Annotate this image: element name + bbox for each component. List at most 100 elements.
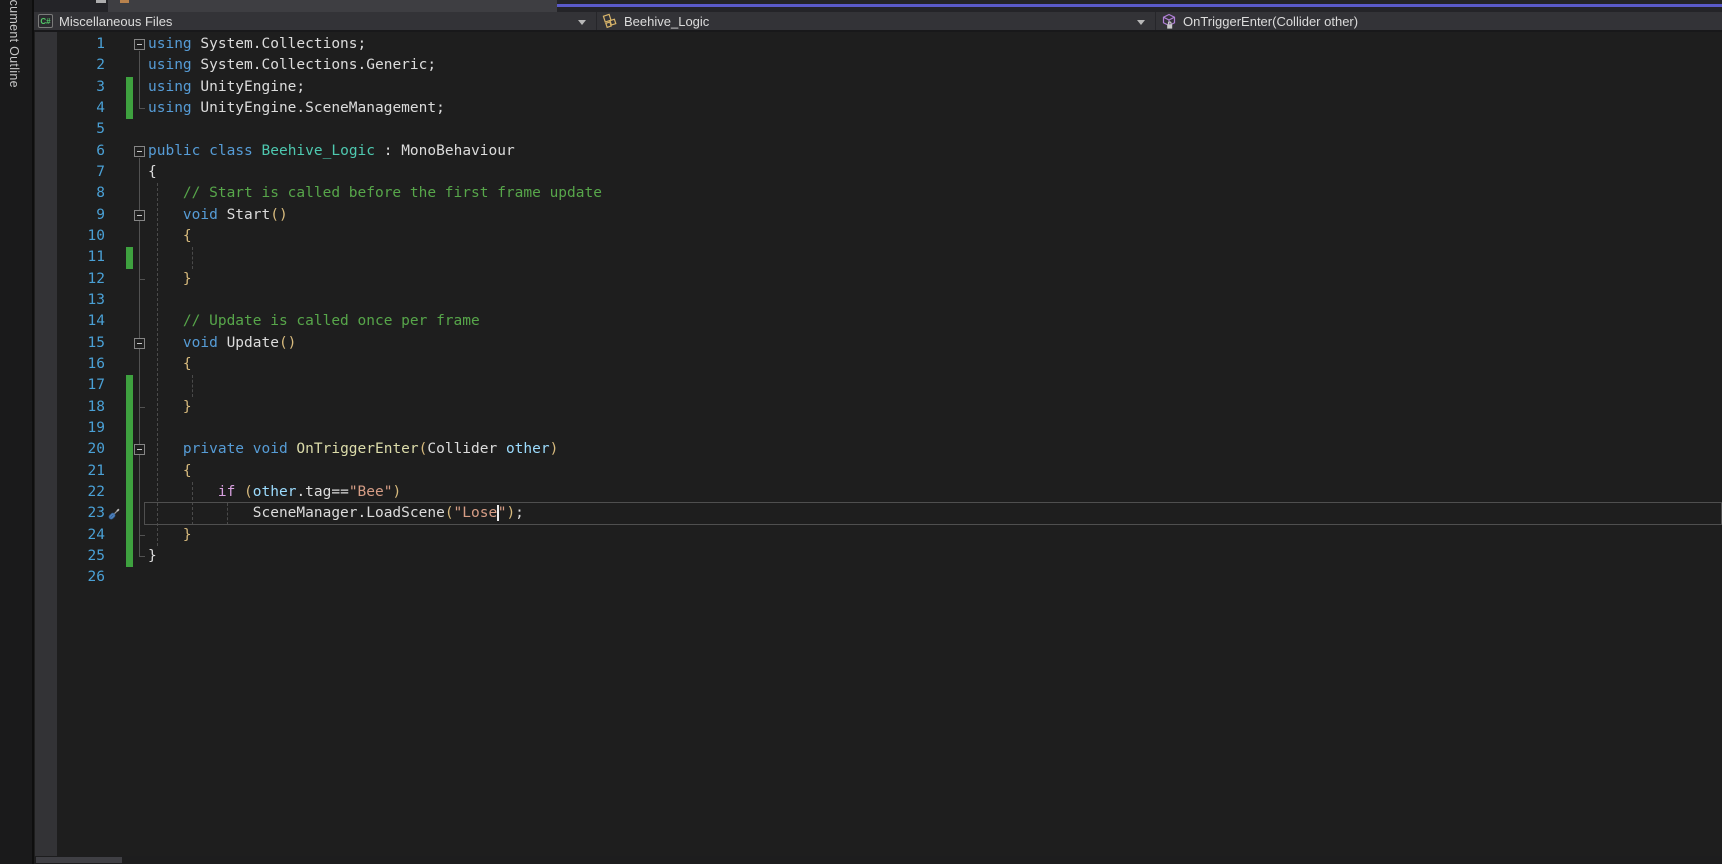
minus-glyph [137,343,142,344]
line-number: 23 [57,503,105,524]
member-dropdown[interactable]: OnTriggerEnter(Collider other) [1156,12,1722,30]
change-tracking-bar [126,77,133,120]
line-number: 2 [57,55,105,76]
code-line[interactable]: void Update() [148,333,1722,354]
type-dropdown[interactable]: Beehive_Logic [597,12,1156,30]
code-text-area[interactable]: using System.Collections;using System.Co… [148,34,1722,589]
line-number: 26 [57,567,105,588]
horizontal-scrollbar[interactable] [34,856,1722,864]
fold-structure-line [139,350,140,408]
document-outline-tab[interactable]: Document Outline [0,0,34,864]
code-line[interactable]: if (other.tag=="Bee") [148,482,1722,503]
private-method-icon [1161,13,1178,30]
minus-glyph [137,44,142,45]
code-line[interactable]: } [148,269,1722,290]
line-number: 21 [57,461,105,482]
fold-structure-tick [139,108,145,109]
fold-structure-tick [139,556,145,557]
line-number: 11 [57,247,105,268]
code-line[interactable]: using System.Collections; [148,34,1722,55]
fold-structure-tick [139,535,145,536]
minus-glyph [137,151,142,152]
line-number: 8 [57,183,105,204]
code-line[interactable]: // Update is called once per frame [148,311,1722,332]
code-line[interactable] [148,247,1722,268]
minus-glyph [137,449,142,450]
toolbar-remnant-icon [120,0,129,3]
code-line[interactable]: public class Beehive_Logic : MonoBehavio… [148,141,1722,162]
window-chrome-sliver [34,0,1722,12]
breakpoint-margin[interactable] [35,32,57,856]
csharp-file-icon: C# [38,14,53,28]
line-number: 12 [57,269,105,290]
code-line[interactable] [148,375,1722,396]
code-editor[interactable]: 1234567891011121314151617181920212223242… [34,32,1722,856]
line-number: 17 [57,375,105,396]
line-number-gutter: 1234567891011121314151617181920212223242… [57,34,105,589]
member-dropdown-label: OnTriggerEnter(Collider other) [1183,14,1358,29]
quick-actions-screwdriver-icon[interactable] [106,506,122,522]
line-number: 25 [57,546,105,567]
accent-line [557,4,1722,7]
fold-collapse-button[interactable] [134,338,145,349]
line-number: 22 [57,482,105,503]
class-icon [602,13,619,29]
line-number: 9 [57,205,105,226]
code-line[interactable]: } [148,397,1722,418]
project-dropdown-label: Miscellaneous Files [59,14,172,29]
code-line[interactable]: using System.Collections.Generic; [148,55,1722,76]
line-number: 18 [57,397,105,418]
code-line[interactable] [148,418,1722,439]
code-line[interactable]: using UnityEngine; [148,77,1722,98]
line-number: 16 [57,354,105,375]
line-number: 20 [57,439,105,460]
change-tracking-bar [126,247,133,268]
fold-structure-line [139,456,140,535]
minus-glyph [137,215,142,216]
line-number: 7 [57,162,105,183]
line-number: 13 [57,290,105,311]
code-line[interactable] [148,567,1722,588]
code-line[interactable]: { [148,461,1722,482]
change-tracking-bar [126,375,133,567]
fold-collapse-button[interactable] [134,39,145,50]
code-line[interactable]: SceneManager.LoadScene("Lose"); [148,503,1722,524]
line-number: 1 [57,34,105,55]
code-line[interactable]: void Start() [148,205,1722,226]
fold-structure-line [139,222,140,280]
fold-structure-tick [139,407,145,408]
toolbar-remnant-icon [96,0,106,3]
fold-collapse-button[interactable] [134,210,145,221]
code-line[interactable]: { [148,354,1722,375]
project-dropdown[interactable]: C# Miscellaneous Files [34,12,597,30]
line-number: 6 [57,141,105,162]
fold-structure-line [139,51,140,109]
type-dropdown-label: Beehive_Logic [624,14,709,29]
document-outline-tab-label: Document Outline [7,0,21,88]
code-line[interactable]: { [148,162,1722,183]
code-line[interactable] [148,119,1722,140]
code-line[interactable]: { [148,226,1722,247]
chevron-down-icon[interactable] [1137,20,1145,25]
fold-structure-tick [139,279,145,280]
horizontal-scrollbar-thumb[interactable] [36,857,122,863]
line-number: 19 [57,418,105,439]
line-number: 4 [57,98,105,119]
line-number: 14 [57,311,105,332]
code-line[interactable]: private void OnTriggerEnter(Collider oth… [148,439,1722,460]
lock-glyph [1167,21,1172,28]
code-line[interactable]: using UnityEngine.SceneManagement; [148,98,1722,119]
line-number: 24 [57,525,105,546]
code-line[interactable] [148,290,1722,311]
titlebar-band [108,0,557,12]
fold-collapse-button[interactable] [134,444,145,455]
line-number: 3 [57,77,105,98]
line-number: 10 [57,226,105,247]
fold-collapse-button[interactable] [134,146,145,157]
line-number: 5 [57,119,105,140]
code-line[interactable]: } [148,525,1722,546]
code-line[interactable]: // Start is called before the first fram… [148,183,1722,204]
chevron-down-icon[interactable] [578,20,586,25]
code-line[interactable]: } [148,546,1722,567]
navigation-bar: C# Miscellaneous Files Beehive_Logic OnT… [34,12,1722,32]
